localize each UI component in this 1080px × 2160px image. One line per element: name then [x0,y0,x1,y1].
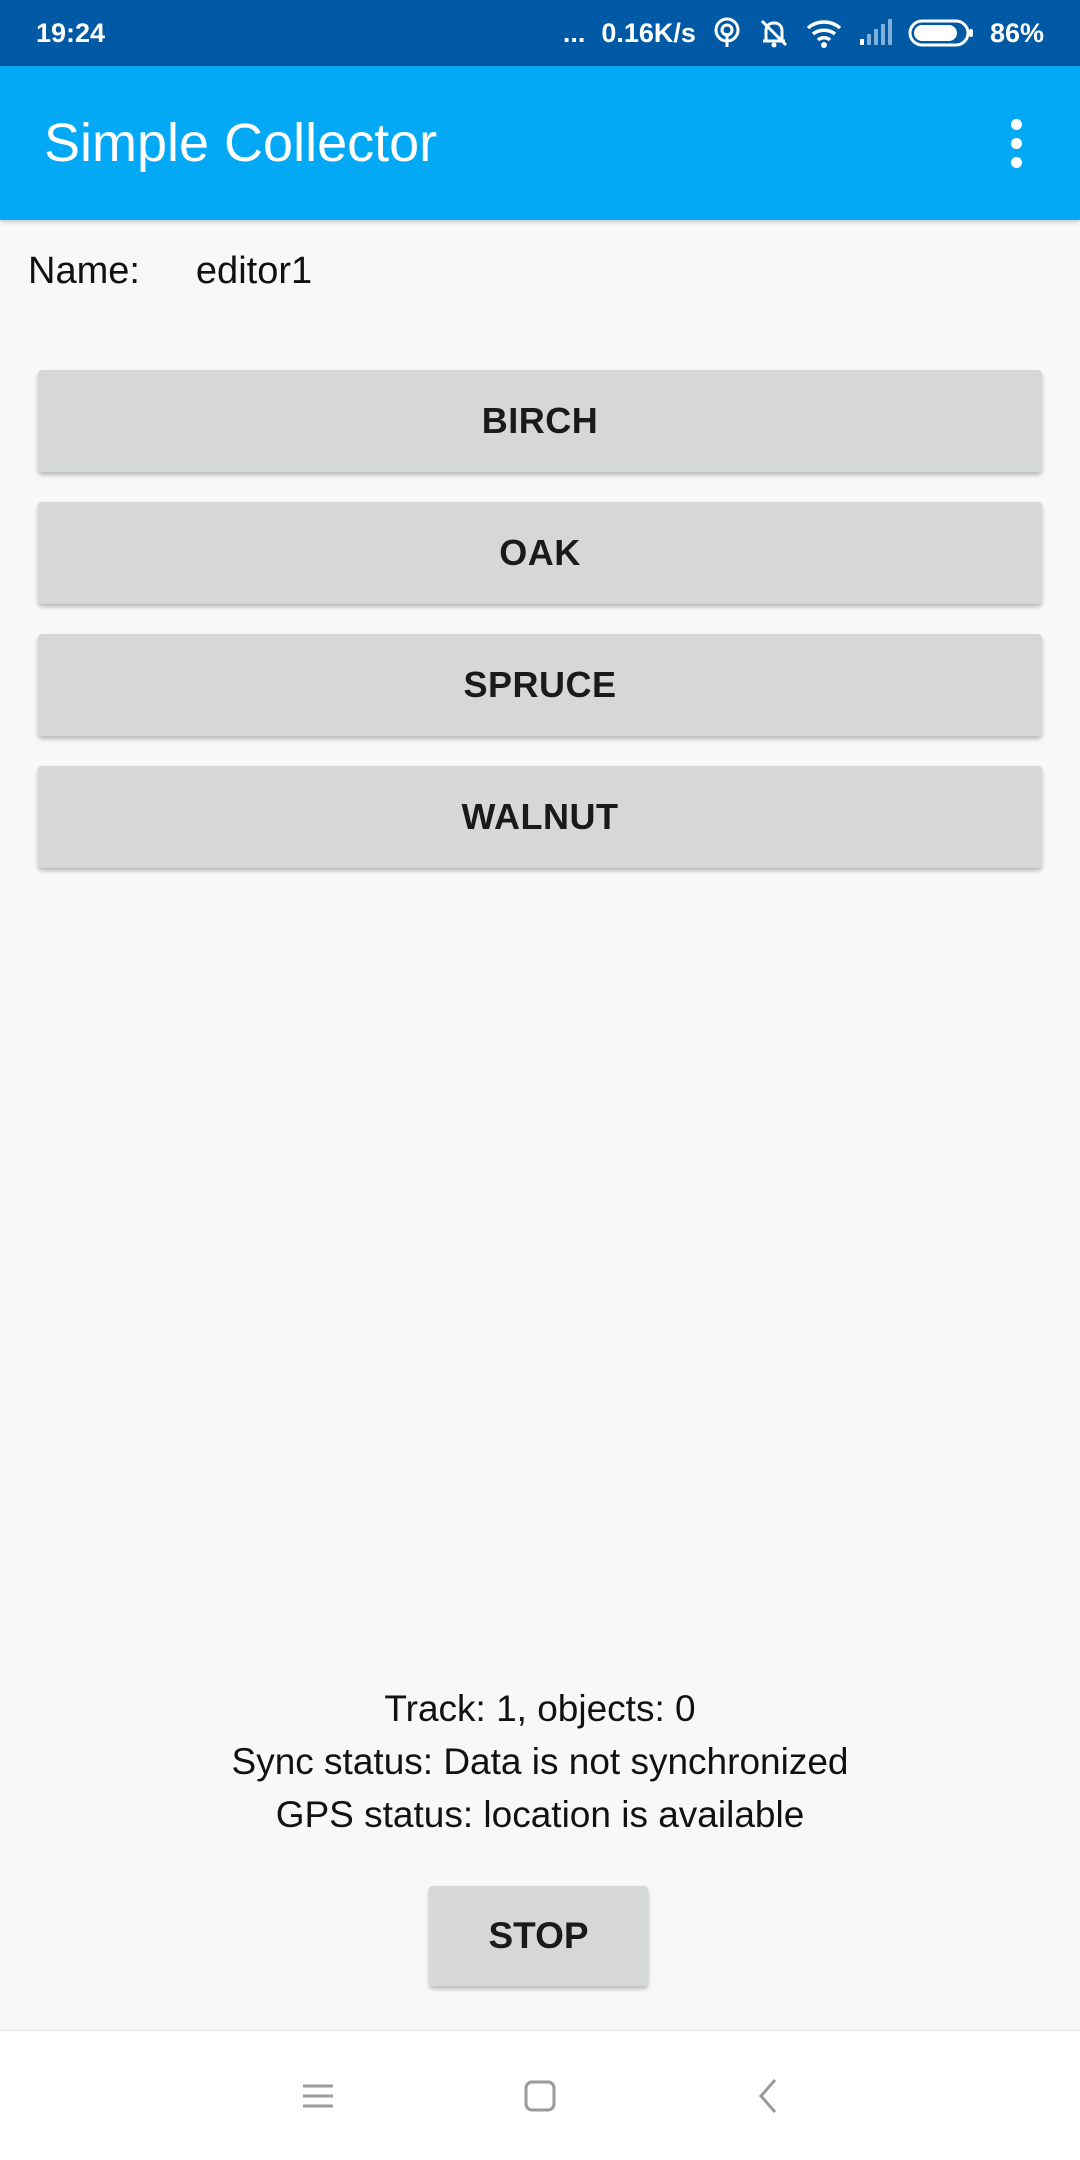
gps-status: GPS status: location is available [275,1794,805,1835]
birch-button[interactable]: BIRCH [38,370,1042,472]
name-label: Name: [28,250,140,292]
more-vert-icon[interactable] [996,103,1036,183]
oak-button[interactable]: OAK [38,502,1042,604]
status-info: Track: 1, objects: 0 Sync status: Data i… [0,1682,1080,1841]
walnut-button[interactable]: WALNUT [38,766,1042,868]
network-speed: 0.16K/s [601,17,696,48]
status-bar: 19:24 ... 0.16K/s 86% [0,0,1080,66]
name-value: editor1 [195,250,313,292]
menu-icon[interactable] [283,2061,353,2131]
app-title: Simple Collector [44,113,438,173]
tree-button-list: BIRCH OAK SPRUCE WALNUT [38,370,1042,898]
battery-percent: 86% [989,17,1044,48]
status-indicators: ... 0.16K/s 86% [563,13,1044,53]
hotspot-icon [712,13,742,53]
spruce-button[interactable]: SPRUCE [38,634,1042,736]
battery-icon [908,13,974,53]
home-icon[interactable] [505,2061,575,2131]
navigation-bar [0,2030,1080,2160]
wifi-icon [806,13,842,53]
app-bar: Simple Collector [0,66,1080,220]
track-status: Track: 1, objects: 0 [384,1688,696,1729]
back-icon[interactable] [733,2061,803,2131]
sync-status: Sync status: Data is not synchronized [231,1741,849,1782]
mute-bell-icon [758,13,790,53]
signal-icon [858,13,892,53]
stop-button[interactable]: STOP [429,1886,648,1986]
name-row: Name: editor1 [28,250,312,293]
status-time: 19:24 [36,17,106,48]
status-dots: ... [562,17,586,48]
